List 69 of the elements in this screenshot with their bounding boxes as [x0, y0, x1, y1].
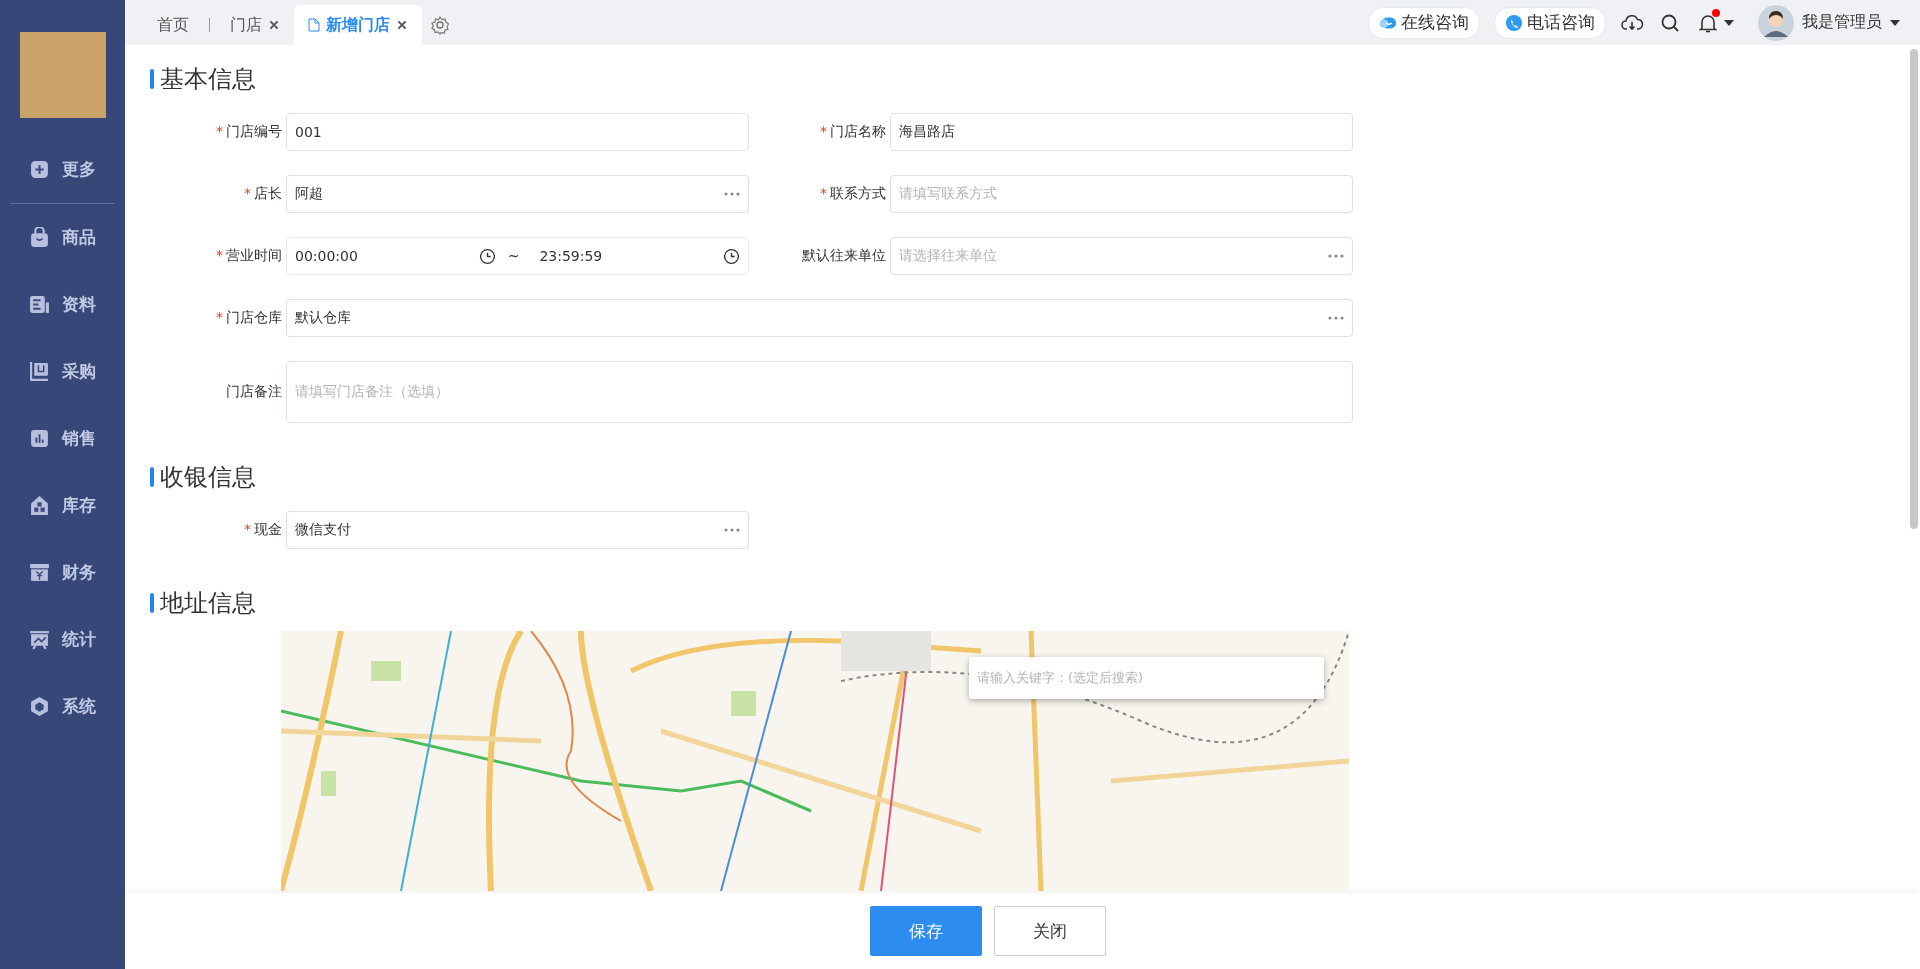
close-button[interactable]: 关闭: [993, 906, 1106, 956]
required-mark: *: [216, 123, 223, 139]
caret-icon[interactable]: [1724, 19, 1734, 26]
sidebar-item[interactable]: 库存: [0, 472, 125, 539]
sidebar-item[interactable]: 统计: [0, 606, 125, 673]
field-label: 现金: [254, 521, 282, 537]
required-mark: *: [244, 185, 251, 201]
more-icon: [724, 528, 740, 532]
more-icon: [1328, 254, 1344, 258]
phone-icon: [1505, 13, 1523, 32]
avatar-icon: [1758, 4, 1794, 41]
sidebar-item[interactable]: 系统: [0, 673, 125, 740]
settings-icon[interactable]: [430, 15, 450, 35]
sidebar-item[interactable]: 资料: [0, 271, 125, 338]
field-label: 营业时间: [226, 247, 282, 263]
sidebar-item[interactable]: 采购: [0, 338, 125, 405]
caret-icon[interactable]: [1890, 19, 1900, 26]
field-label: 默认往来单位: [802, 247, 886, 263]
field-label: 联系方式: [830, 185, 886, 201]
required-mark: *: [216, 309, 223, 325]
input-field[interactable]: 001: [286, 113, 749, 151]
tab[interactable]: 首页: [143, 5, 203, 45]
close-icon[interactable]: [396, 19, 408, 31]
document-icon: [29, 294, 50, 315]
field-label: 门店备注: [226, 383, 282, 399]
chart-icon: [29, 428, 50, 449]
section-marker: [150, 467, 154, 487]
clock-icon: [723, 247, 740, 265]
consult-button[interactable]: 在线咨询: [1368, 6, 1480, 39]
select-field[interactable]: 阿超: [286, 175, 749, 213]
field-label: 店长: [254, 185, 282, 201]
sidebar-item[interactable]: 更多: [0, 136, 125, 203]
field-label: 门店仓库: [226, 309, 282, 325]
section-title: 收银信息: [160, 462, 256, 493]
required-mark: *: [820, 185, 827, 201]
sidebar-item[interactable]: 商品: [0, 204, 125, 271]
input-field[interactable]: 海昌路店: [890, 113, 1353, 151]
save-button[interactable]: 保存: [869, 906, 982, 956]
field-label: 门店名称: [830, 123, 886, 139]
close-icon[interactable]: [268, 19, 280, 31]
time-range-field[interactable]: 00:00:00 ~ 23:59:59: [286, 237, 749, 275]
plus-icon: [29, 159, 50, 180]
user-name[interactable]: 我是管理员: [1802, 12, 1882, 33]
yen-icon: [29, 562, 50, 583]
bag-icon: [29, 227, 50, 248]
section-marker: [150, 593, 154, 613]
required-mark: *: [244, 521, 251, 537]
hexagon-icon: [29, 696, 50, 717]
select-field[interactable]: 默认仓库: [286, 299, 1353, 337]
section-marker: [150, 69, 154, 89]
cart-icon: [29, 361, 50, 382]
document-icon: [308, 18, 320, 32]
field-label: 门店编号: [226, 123, 282, 139]
more-icon: [724, 192, 740, 196]
required-mark: *: [216, 247, 223, 263]
scrollbar[interactable]: [1910, 49, 1918, 529]
house-icon: [29, 495, 50, 516]
more-icon: [1328, 316, 1344, 320]
select-field[interactable]: 微信支付: [286, 511, 749, 549]
sidebar-item[interactable]: 销售: [0, 405, 125, 472]
clock-icon: [478, 247, 496, 265]
tab[interactable]: 门店: [216, 5, 294, 45]
required-mark: *: [820, 123, 827, 139]
consult-button[interactable]: 电话咨询: [1494, 6, 1606, 39]
section-title: 地址信息: [160, 588, 256, 619]
trend-icon: [29, 629, 50, 650]
section-title: 基本信息: [160, 64, 256, 95]
tab[interactable]: 新增门店: [294, 5, 422, 45]
sidebar-item[interactable]: 财务: [0, 539, 125, 606]
